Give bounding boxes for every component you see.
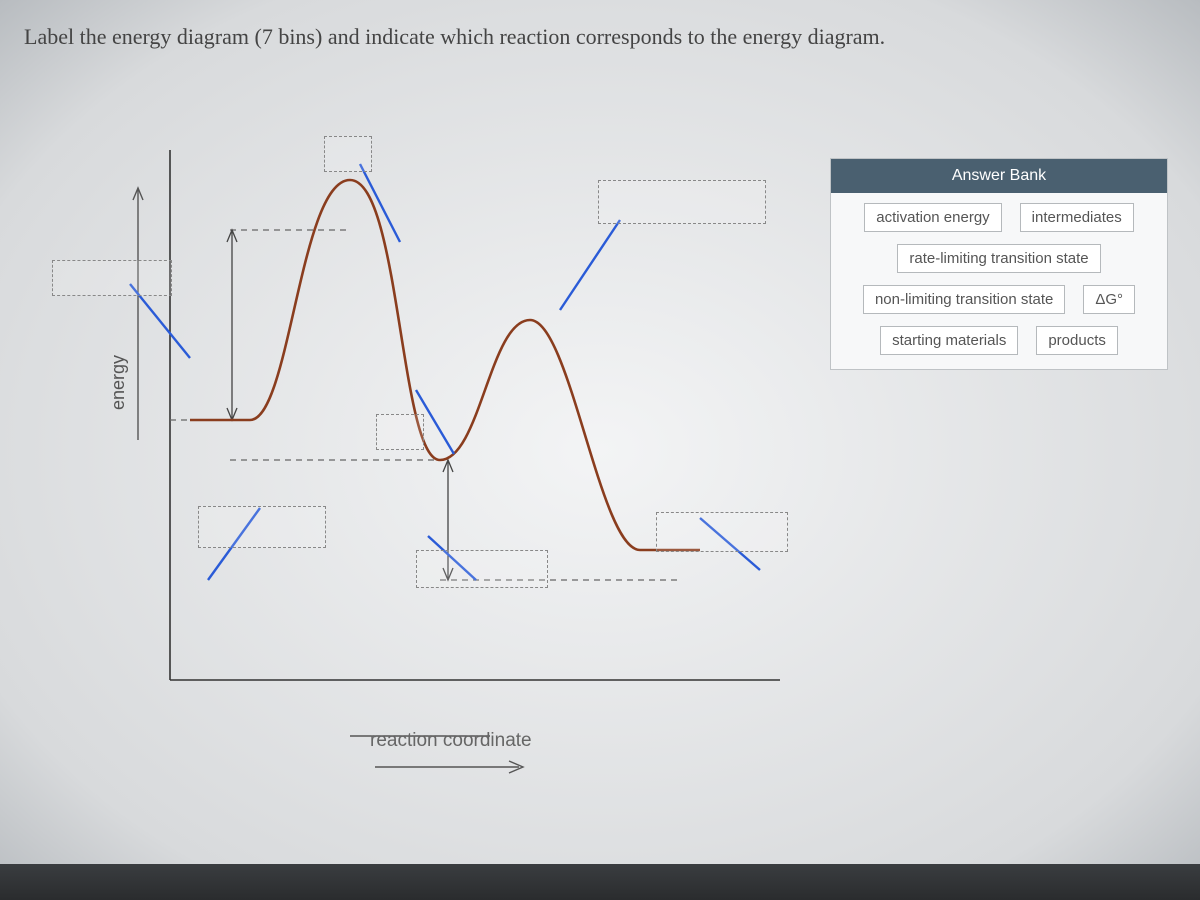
chip-starting-materials[interactable]: starting materials	[880, 326, 1018, 355]
window-bottom-bar	[0, 864, 1200, 900]
x-axis-label: reaction coordinate	[370, 730, 532, 752]
chip-activation-energy[interactable]: activation energy	[864, 203, 1001, 232]
pointer-line	[560, 220, 620, 310]
chip-rate-limiting-ts[interactable]: rate-limiting transition state	[897, 244, 1100, 273]
chip-non-limiting-ts[interactable]: non-limiting transition state	[863, 285, 1065, 314]
energy-diagram[interactable]: energy	[60, 120, 820, 740]
page: Label the energy diagram (7 bins) and in…	[0, 0, 1200, 900]
answer-bank-body: activation energy intermediates rate-lim…	[831, 193, 1167, 369]
answer-bank-title: Answer Bank	[831, 159, 1167, 193]
answer-bank: Answer Bank activation energy intermedia…	[830, 158, 1168, 370]
drop-slot-products[interactable]	[656, 512, 788, 552]
drop-slot-left-upper[interactable]	[52, 260, 172, 296]
x-axis-arrow-icon	[371, 758, 531, 776]
chip-delta-g[interactable]: ΔG°	[1083, 285, 1135, 314]
pointer-line	[360, 164, 400, 242]
question-prompt: Label the energy diagram (7 bins) and in…	[24, 24, 885, 50]
chip-intermediates[interactable]: intermediates	[1020, 203, 1134, 232]
drop-slot-delta-g[interactable]	[416, 550, 548, 588]
drop-slot-first-peak[interactable]	[324, 136, 372, 172]
energy-curve	[190, 180, 700, 550]
chip-products[interactable]: products	[1036, 326, 1118, 355]
drop-slot-second-peak[interactable]	[598, 180, 766, 224]
x-axis-label-group: reaction coordinate	[370, 730, 532, 782]
drop-slot-start-lower[interactable]	[198, 506, 326, 548]
drop-slot-valley[interactable]	[376, 414, 424, 450]
